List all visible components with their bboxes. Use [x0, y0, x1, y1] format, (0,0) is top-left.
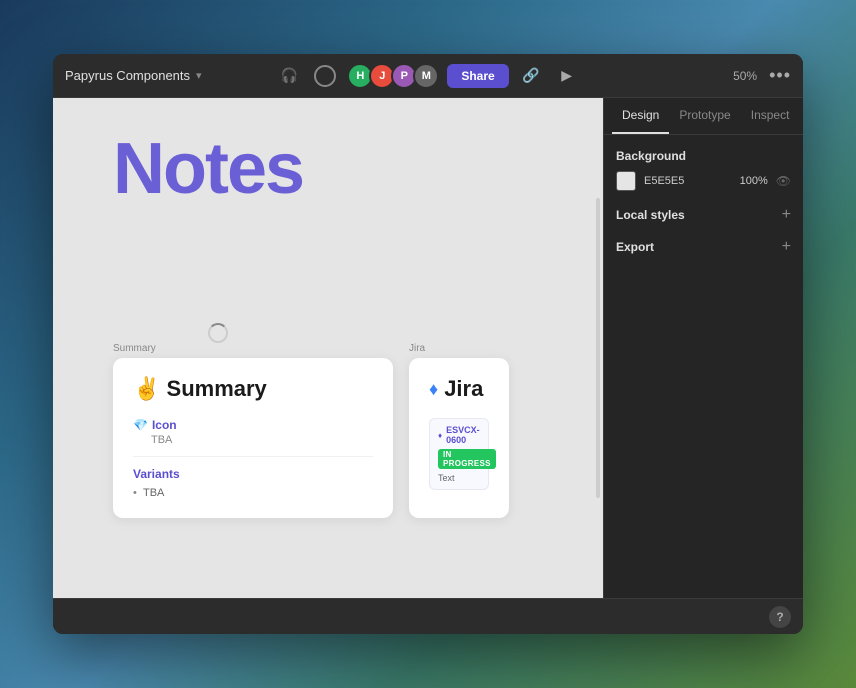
local-styles-header: Local styles +	[616, 207, 791, 223]
local-styles-add-button[interactable]: +	[782, 207, 791, 223]
plus-icon-export: +	[782, 238, 791, 255]
title-bar: Papyrus Components ▾ 🎧 H J P	[53, 54, 803, 98]
cards-row: Summary ✌️ Summary 💎 Icon TBA	[113, 343, 509, 518]
bottom-bar: ?	[53, 598, 803, 634]
tab-inspect[interactable]: Inspect	[741, 98, 800, 134]
jira-mini-diamond: ♦	[438, 431, 442, 440]
profile-ring-button[interactable]	[311, 62, 339, 90]
panel-tabs: Design Prototype Inspect	[604, 98, 803, 135]
avatar-group: H J P M	[347, 63, 439, 89]
card-variant-item: TBA	[133, 487, 373, 499]
loading-spinner	[208, 323, 228, 343]
background-section-header: Background	[616, 149, 791, 163]
card-icon-row: 💎 Icon TBA	[133, 418, 373, 446]
export-section-header: Export +	[616, 239, 791, 255]
more-icon: •••	[769, 65, 791, 85]
card-variants-label: Variants	[133, 467, 373, 481]
background-section: Background E5E5E5 100% 👁	[616, 149, 791, 191]
jira-status-badge: IN PROGRESS	[438, 449, 496, 469]
project-name[interactable]: Papyrus Components	[65, 68, 190, 83]
card-icon-value: TBA	[151, 434, 373, 446]
main-content: Notes Summary ✌️ Summary 💎	[53, 98, 803, 598]
eye-icon: 👁	[776, 174, 791, 188]
title-bar-right: 50% •••	[581, 65, 791, 86]
headphone-icon: 🎧	[281, 67, 298, 84]
local-styles-section: Local styles +	[616, 207, 791, 223]
background-color-swatch[interactable]	[616, 171, 636, 191]
app-window: Papyrus Components ▾ 🎧 H J P	[53, 54, 803, 634]
chevron-down-icon: ▾	[196, 69, 202, 82]
background-color-row: E5E5E5 100% 👁	[616, 171, 791, 191]
more-options-button[interactable]: •••	[769, 65, 791, 86]
jira-card-title: ♦ Jira	[429, 376, 489, 402]
visibility-toggle-button[interactable]: 👁	[776, 174, 791, 188]
summary-card-label: Summary	[113, 343, 393, 354]
link-icon: 🔗	[522, 67, 539, 84]
help-button[interactable]: ?	[769, 606, 791, 628]
card-icon-label: 💎 Icon	[133, 418, 373, 432]
right-panel: Design Prototype Inspect Background E5E5…	[603, 98, 803, 598]
canvas-area[interactable]: Notes Summary ✌️ Summary 💎	[53, 98, 603, 598]
summary-card[interactable]: ✌️ Summary 💎 Icon TBA Variants	[113, 358, 393, 518]
link-icon-button[interactable]: 🔗	[517, 62, 545, 90]
summary-emoji: ✌️	[133, 376, 167, 401]
plus-icon: +	[782, 206, 791, 223]
avatar-m[interactable]: M	[413, 63, 439, 89]
title-bar-center: 🎧 H J P M Share	[275, 62, 580, 90]
jira-card-wrapper: Jira ♦ Jira ♦ ESVCX-0600 IN PROGRESS	[409, 343, 509, 518]
jira-card[interactable]: ♦ Jira ♦ ESVCX-0600 IN PROGRESS Text	[409, 358, 509, 518]
background-section-title: Background	[616, 149, 686, 163]
profile-ring-icon	[314, 65, 336, 87]
tab-prototype[interactable]: Prototype	[669, 98, 740, 134]
diamond-icon: 💎	[133, 418, 148, 432]
jira-ticket: ♦ ESVCX-0600 IN PROGRESS Text	[429, 418, 489, 490]
export-section: Export +	[616, 239, 791, 255]
play-button[interactable]: ▶	[553, 62, 581, 90]
jira-card-label: Jira	[409, 343, 509, 354]
summary-card-wrapper: Summary ✌️ Summary 💎 Icon TBA	[113, 343, 393, 518]
canvas-scrollbar[interactable]	[596, 198, 600, 498]
local-styles-title: Local styles	[616, 208, 685, 222]
headphone-icon-button[interactable]: 🎧	[275, 62, 303, 90]
canvas-title: Notes	[113, 128, 303, 210]
card-divider	[133, 456, 373, 457]
zoom-control[interactable]: 50%	[727, 67, 763, 85]
export-section-title: Export	[616, 240, 654, 254]
share-button[interactable]: Share	[447, 64, 508, 88]
panel-content: Background E5E5E5 100% 👁 Local styles	[604, 135, 803, 598]
jira-ticket-text: Text	[438, 473, 480, 483]
export-add-button[interactable]: +	[782, 239, 791, 255]
background-color-value: E5E5E5	[644, 175, 732, 187]
title-bar-left: Papyrus Components ▾	[65, 68, 275, 83]
play-icon: ▶	[561, 67, 572, 84]
jira-ticket-id: ♦ ESVCX-0600	[438, 425, 480, 445]
background-opacity-value: 100%	[740, 175, 768, 187]
tab-design[interactable]: Design	[612, 98, 669, 134]
jira-diamond-icon: ♦	[429, 379, 438, 400]
summary-card-title: ✌️ Summary	[133, 376, 373, 402]
